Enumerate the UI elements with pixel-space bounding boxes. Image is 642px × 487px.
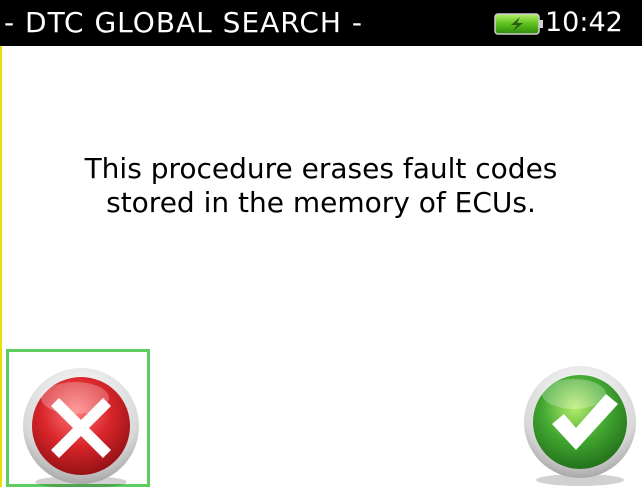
page-title: - DTC GLOBAL SEARCH - xyxy=(4,6,363,39)
checkmark-icon xyxy=(524,366,636,486)
battery-charging-icon xyxy=(494,13,544,35)
cross-icon xyxy=(23,368,139,487)
confirm-button[interactable] xyxy=(516,352,642,487)
message-line-2: stored in the memory of ECUs. xyxy=(106,186,536,219)
procedure-message: This procedure erases fault codes stored… xyxy=(20,152,622,220)
clock-time: 10:42 xyxy=(545,7,623,38)
cancel-button[interactable] xyxy=(6,349,150,487)
header-bar: - DTC GLOBAL SEARCH - 10:42 xyxy=(0,0,642,46)
dtc-search-screen: - DTC GLOBAL SEARCH - 10:42 This procedu… xyxy=(0,0,642,487)
screen-frame xyxy=(0,0,2,487)
message-line-1: This procedure erases fault codes xyxy=(84,152,558,185)
